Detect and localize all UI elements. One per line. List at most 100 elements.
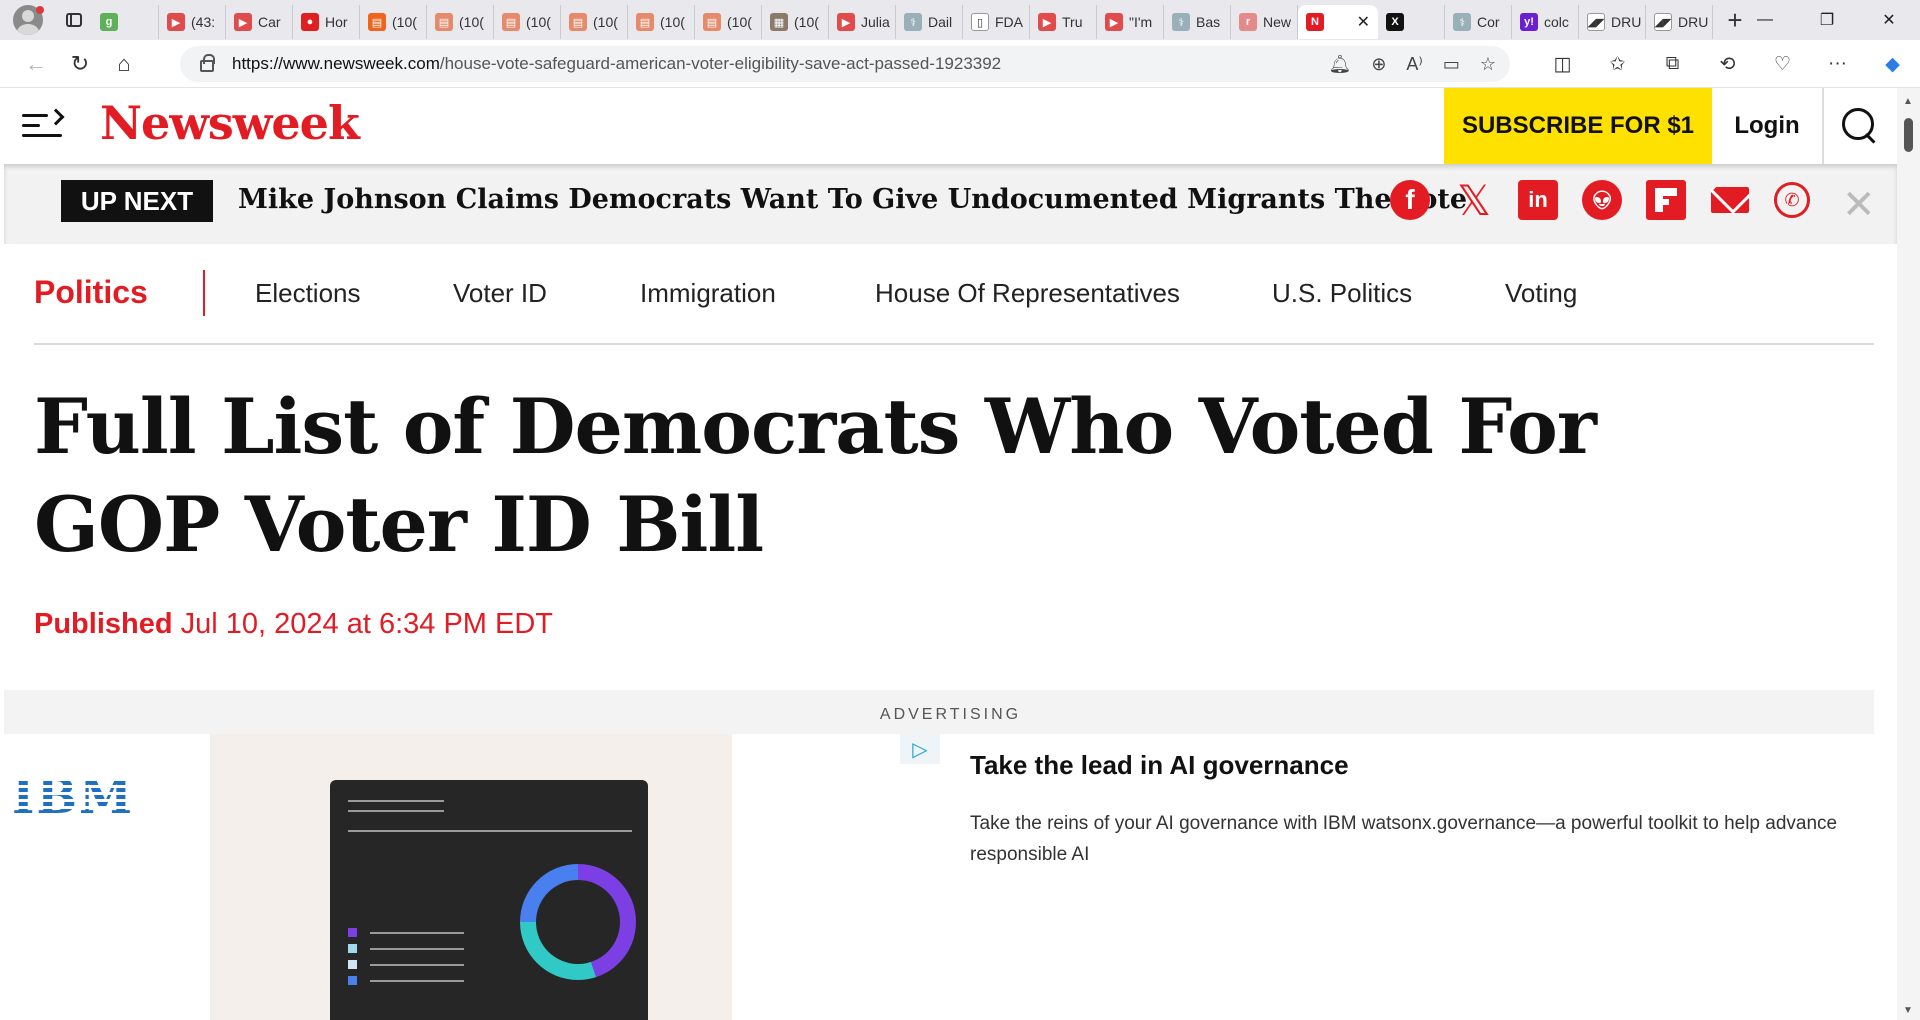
menu-icon[interactable] — [22, 108, 65, 142]
browser-tab[interactable]: ▦ (10( — [762, 5, 829, 39]
window-controls: — ❐ ✕ — [1734, 0, 1920, 40]
url-text[interactable]: https://www.newsweek.com/house-vote-safe… — [232, 54, 1001, 74]
browser-tab[interactable]: ● Hor — [293, 5, 360, 39]
collections-icon[interactable]: ⧉ — [1645, 40, 1700, 88]
email-icon[interactable] — [1710, 180, 1750, 220]
more-icon[interactable]: ··· — [1810, 40, 1865, 88]
browser-tab[interactable]: ⚕ Cor — [1445, 5, 1512, 39]
topic-immigration[interactable]: Immigration — [640, 278, 776, 309]
ad-body[interactable]: Take the reins of your AI governance wit… — [970, 808, 1850, 870]
tab-label: colc — [1544, 14, 1569, 30]
topic-us-politics[interactable]: U.S. Politics — [1272, 278, 1412, 309]
facebook-icon[interactable]: f — [1390, 180, 1430, 220]
scrollbar[interactable]: ▲ ▼ — [1897, 88, 1920, 1020]
browser-tab[interactable]: ▶ Julia — [829, 5, 896, 39]
url-path: /house-vote-safeguard-american-voter-eli… — [439, 54, 1002, 73]
browser-tab[interactable]: ▤ (10( — [561, 5, 628, 39]
browser-tab[interactable]: ▤ (10( — [360, 5, 427, 39]
back-icon[interactable]: ← — [14, 42, 58, 86]
ad-title[interactable]: Take the lead in AI governance — [970, 750, 1349, 781]
reload-icon[interactable]: ↻ — [58, 42, 102, 86]
close-window-icon[interactable]: ✕ — [1858, 0, 1920, 40]
tab-strip: g ▶ (43: ▶ Car ● Hor ▤ (10(▤ (10(▤ (10(▤ (10(▤ (10(▤… — [92, 0, 1753, 40]
browser-tab[interactable]: ▯ FDA — [963, 5, 1030, 39]
donut-chart-graphic — [520, 864, 636, 980]
scroll-down-icon[interactable]: ▼ — [1903, 1005, 1913, 1016]
favorite-star-icon[interactable]: ☆ — [1480, 54, 1496, 75]
topic-politics[interactable]: Politics — [34, 274, 148, 311]
flipboard-icon[interactable] — [1646, 180, 1686, 220]
tab-favicon-icon: ⚕ — [1453, 13, 1471, 31]
browser-tab[interactable]: r New — [1231, 5, 1298, 39]
ad-image[interactable] — [210, 734, 732, 1020]
lock-icon[interactable] — [200, 54, 215, 72]
copilot-icon[interactable]: ◆ — [1865, 40, 1920, 88]
linkedin-icon[interactable]: in — [1518, 180, 1558, 220]
tab-actions-icon[interactable] — [56, 0, 92, 40]
browser-tab[interactable]: y! colc — [1512, 5, 1579, 39]
browser-tab[interactable]: ▤ (10( — [427, 5, 494, 39]
ad-banner[interactable]: IBM ▷ Take the lead in AI governance Tak… — [4, 734, 1874, 1020]
search-icon[interactable] — [1840, 106, 1880, 146]
subscribe-button[interactable]: SUBSCRIBE FOR $1 — [1444, 88, 1712, 164]
tab-favicon-icon: ◢◤ — [1587, 13, 1605, 31]
browser-tab[interactable]: ▶ (43: — [159, 5, 226, 39]
topic-elections[interactable]: Elections — [255, 278, 361, 309]
browser-tab[interactable]: ▤ (10( — [494, 5, 561, 39]
tab-label: DRU — [1678, 14, 1709, 30]
article-headline: Full List of Democrats Who Voted For GOP… — [34, 382, 1597, 569]
browser-tab[interactable]: ◢◤ DRU — [1579, 5, 1646, 39]
minimize-icon[interactable]: — — [1734, 0, 1796, 40]
browser-tab[interactable]: ▶ "I'm — [1097, 5, 1164, 39]
active-browser-tab[interactable]: N ✕ — [1298, 5, 1378, 39]
close-tab-icon[interactable]: ✕ — [1357, 12, 1370, 32]
zoom-icon[interactable]: ⊕ — [1371, 54, 1386, 75]
browser-tab[interactable]: ⚕ Bas — [1164, 5, 1231, 39]
newsweek-logo[interactable]: Newsweek — [100, 96, 360, 150]
browser-tab[interactable]: X — [1378, 5, 1445, 39]
performance-icon[interactable]: ♡ — [1755, 40, 1810, 88]
browser-tab[interactable]: ▤ (10( — [695, 5, 762, 39]
history-icon[interactable]: ⟲ — [1700, 40, 1755, 88]
topic-voter-id[interactable]: Voter ID — [453, 278, 547, 309]
share-buttons: f 𝕏 in 👽︎ ✆ — [1390, 177, 1810, 224]
adchoices-icon[interactable]: ▷ — [900, 734, 940, 764]
split-screen-icon[interactable]: ◫ — [1535, 40, 1590, 88]
login-button[interactable]: Login — [1712, 88, 1824, 164]
read-aloud-icon[interactable]: A⁾ — [1406, 54, 1422, 75]
profile-avatar[interactable] — [0, 0, 56, 40]
tab-label: (10( — [526, 14, 551, 30]
browser-tab[interactable]: ▶ Car — [226, 5, 293, 39]
whatsapp-icon[interactable]: ✆ — [1774, 182, 1810, 218]
browser-tab[interactable]: g — [92, 5, 159, 39]
tab-favicon-icon: ▶ — [837, 13, 855, 31]
ibm-logo[interactable]: IBM — [12, 773, 132, 821]
tab-favicon-icon: ▶ — [167, 13, 185, 31]
browser-tab[interactable]: ▤ (10( — [628, 5, 695, 39]
favorites-icon[interactable]: ✩ — [1590, 40, 1645, 88]
immersive-reader-icon[interactable]: ▭ — [1443, 54, 1460, 75]
ad-dashboard-graphic — [330, 780, 648, 1020]
close-icon[interactable]: ✕ — [1842, 182, 1876, 228]
browser-tab[interactable]: ▶ Tru — [1030, 5, 1097, 39]
reddit-icon[interactable]: 👽︎ — [1582, 180, 1622, 220]
scroll-up-icon[interactable]: ▲ — [1903, 96, 1913, 107]
up-next-title[interactable]: Mike Johnson Claims Democrats Want To Gi… — [238, 184, 1467, 215]
tab-label: Cor — [1477, 14, 1500, 30]
tab-favicon-icon: ● — [301, 13, 319, 31]
home-icon[interactable]: ⌂ — [102, 42, 146, 86]
divider — [34, 343, 1874, 345]
browser-tab[interactable]: ◢◤ DRU — [1646, 5, 1713, 39]
topic-voting[interactable]: Voting — [1505, 278, 1577, 309]
tab-label: (10( — [593, 14, 618, 30]
notification-bell-icon[interactable]: 🔔︎ — [1328, 54, 1351, 75]
url-input[interactable]: https://www.newsweek.com/house-vote-safe… — [180, 46, 1510, 82]
scrollbar-thumb[interactable] — [1904, 118, 1913, 152]
tab-favicon-icon: ◢◤ — [1654, 13, 1672, 31]
x-icon[interactable]: 𝕏 — [1454, 177, 1494, 224]
up-next-bar: UP NEXT Mike Johnson Claims Democrats Wa… — [4, 164, 1897, 244]
browser-tab[interactable]: ⚕ Dail — [896, 5, 963, 39]
topic-house-of-representatives[interactable]: House Of Representatives — [875, 278, 1180, 309]
restore-icon[interactable]: ❐ — [1796, 0, 1858, 40]
tab-favicon-icon: ▶ — [234, 13, 252, 31]
